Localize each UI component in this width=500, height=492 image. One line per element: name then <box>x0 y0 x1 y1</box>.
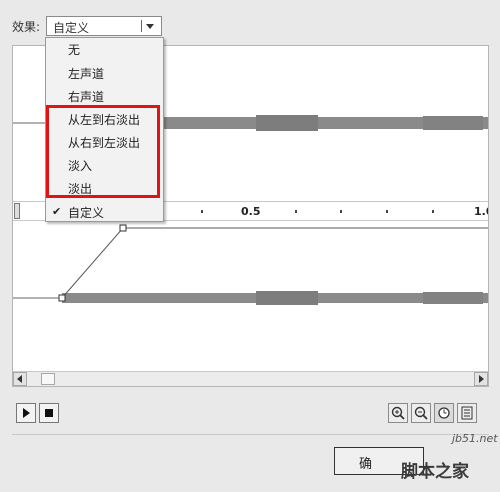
zoom-out-icon <box>414 406 428 420</box>
ruler-handle[interactable] <box>14 203 20 219</box>
time-icon <box>438 407 450 419</box>
arrow-right-icon <box>479 375 484 383</box>
stop-button[interactable] <box>39 403 59 423</box>
zoom-in-button[interactable] <box>388 403 408 423</box>
arrow-left-icon <box>17 375 22 383</box>
scroll-left-button[interactable] <box>13 372 27 386</box>
menu-item-left-channel[interactable]: 左声道 <box>68 65 104 82</box>
zoom-out-button[interactable] <box>411 403 431 423</box>
watermark-url: jb51.net <box>452 432 498 445</box>
effect-select[interactable]: 自定义 <box>46 16 162 36</box>
highlight-box <box>46 105 160 198</box>
seconds-view-button[interactable] <box>434 403 454 423</box>
frames-icon <box>461 406 473 420</box>
scroll-thumb[interactable] <box>41 373 55 385</box>
menu-item-none[interactable]: 无 <box>68 41 80 58</box>
play-icon <box>23 408 30 418</box>
stop-icon <box>45 409 53 417</box>
envelope-handle[interactable] <box>119 224 127 232</box>
select-separator <box>141 20 142 32</box>
right-channel-pane[interactable] <box>13 221 488 371</box>
effect-select-value: 自定义 <box>53 21 90 35</box>
frames-view-button[interactable] <box>457 403 477 423</box>
check-icon: ✔ <box>52 205 62 218</box>
divider <box>12 434 489 435</box>
watermark-name: 脚本之家 <box>401 462 469 482</box>
effect-label: 效果: <box>12 20 41 34</box>
menu-item-custom[interactable]: 自定义 <box>68 204 104 221</box>
zoom-in-icon <box>391 406 405 420</box>
play-button[interactable] <box>16 403 36 423</box>
right-channel-waveform <box>13 224 488 305</box>
horizontal-scrollbar[interactable] <box>13 371 488 386</box>
ruler-label: 0.5 <box>241 205 261 218</box>
ruler-label: 1.0 <box>474 205 488 218</box>
envelope-handle[interactable] <box>58 294 66 302</box>
chevron-down-icon[interactable] <box>146 24 154 29</box>
menu-item-right-channel[interactable]: 右声道 <box>68 88 104 105</box>
scroll-right-button[interactable] <box>474 372 488 386</box>
